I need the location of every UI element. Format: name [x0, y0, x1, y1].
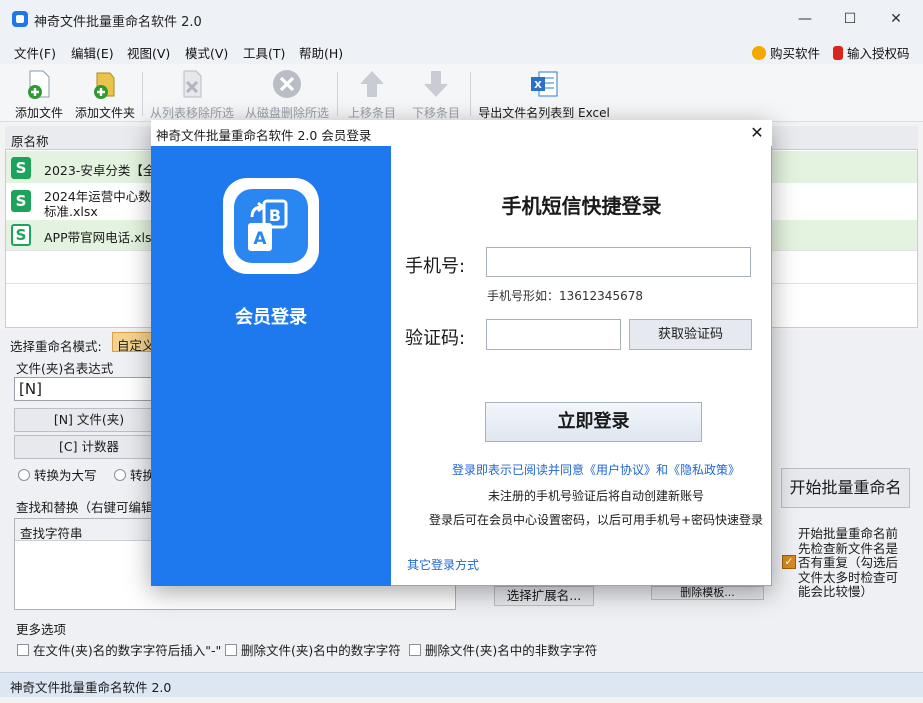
expression-label: 文件(夹)名表达式: [16, 361, 114, 376]
remove-from-list-label: 从列表移除所选: [149, 106, 234, 120]
menu-mode[interactable]: 模式(V): [185, 43, 228, 62]
auto-create-notice: 未注册的手机号验证后将自动创建新账号: [487, 489, 704, 503]
remove-from-list-button[interactable]: 从列表移除所选: [148, 68, 236, 121]
checkbox-icon: [225, 643, 237, 656]
arrow-up-icon: [356, 68, 388, 100]
spreadsheet-icon: S: [11, 190, 31, 212]
add-file-button[interactable]: 添加文件: [12, 68, 66, 121]
status-text: 神奇文件批量重命名软件 2.0: [10, 680, 172, 695]
add-folder-label: 添加文件夹: [74, 106, 135, 120]
radio-uppercase[interactable]: 转换为大写: [18, 465, 97, 484]
add-folder-button[interactable]: 添加文件夹: [74, 68, 136, 121]
excel-icon: X: [528, 68, 560, 100]
arrow-down-icon: [420, 68, 452, 100]
buy-software-link[interactable]: 购买软件: [752, 43, 820, 62]
option-remove-digits[interactable]: 删除文件(夹)名中的数字字符: [225, 640, 401, 659]
close-button[interactable]: ✕: [873, 0, 919, 38]
buy-label: 购买软件: [770, 46, 821, 61]
dialog-close-icon[interactable]: ✕: [746, 123, 768, 143]
svg-text:B: B: [269, 206, 281, 225]
key-icon: [833, 45, 843, 60]
radio-other[interactable]: 转换: [114, 465, 155, 484]
add-file-icon: [23, 68, 55, 100]
export-excel-button[interactable]: X 导出文件名列表到 Excel: [478, 68, 610, 121]
delete-template-button[interactable]: 删除模板...: [651, 586, 764, 600]
phone-label: 手机号:: [405, 256, 466, 277]
set-password-notice: 登录后可在会员中心设置密码，以后可用手机号+密码快速登录: [428, 513, 764, 527]
more-options-label: 更多选项: [16, 622, 67, 637]
move-down-label: 下移条目: [411, 106, 460, 120]
move-up-label: 上移条目: [347, 106, 396, 120]
toolbar-separator: [470, 72, 471, 116]
radio-icon: [114, 468, 126, 481]
license-label: 输入授权码: [847, 46, 910, 61]
code-label: 验证码:: [405, 328, 466, 349]
phone-input[interactable]: [486, 247, 751, 277]
minimize-button[interactable]: —: [782, 0, 828, 38]
login-dialog-title: 神奇文件批量重命名软件 2.0 会员登录: [156, 128, 372, 143]
option-remove-digits-label: 删除文件(夹)名中的数字字符: [241, 643, 401, 658]
remove-icon: [176, 68, 208, 100]
toolbar-separator: [142, 72, 143, 116]
app-icon: [12, 11, 28, 27]
get-code-button[interactable]: 获取验证码: [629, 319, 752, 350]
move-up-button[interactable]: 上移条目: [346, 68, 398, 121]
file-name-cont: 标准.xlsx: [44, 204, 98, 219]
window-title: 神奇文件批量重命名软件 2.0: [34, 15, 202, 30]
radio-uppercase-label: 转换为大写: [34, 468, 97, 483]
find-replace-label: 查找和替换（右键可编辑: [16, 500, 154, 515]
member-login-label: 会员登录: [235, 307, 307, 328]
svg-text:X: X: [534, 80, 542, 91]
menu-tools[interactable]: 工具(T): [243, 43, 285, 62]
delete-icon: [271, 68, 303, 100]
select-extension-button[interactable]: 选择扩展名...: [494, 586, 594, 606]
option-remove-nondigits-label: 删除文件(夹)名中的非数字字符: [425, 643, 598, 658]
license-link[interactable]: 输入授权码: [833, 43, 910, 62]
phone-hint: 手机号形如：13612345678: [487, 289, 643, 303]
export-excel-label: 导出文件名列表到 Excel: [478, 106, 610, 120]
checkbox-icon: [17, 643, 29, 656]
column-original-name[interactable]: 原名称: [11, 131, 49, 150]
file-name: APP带官网电话.xls: [44, 230, 152, 245]
move-down-button[interactable]: 下移条目: [410, 68, 462, 121]
verification-code-input[interactable]: [486, 319, 621, 350]
delete-from-disk-button[interactable]: 从磁盘删除所选: [243, 68, 331, 121]
rename-logo-inner: B A: [234, 189, 308, 263]
insert-counter-button[interactable]: [C] 计数器: [14, 435, 164, 459]
buy-icon: [752, 45, 766, 60]
option-remove-nondigits[interactable]: 删除文件(夹)名中的非数字字符: [409, 640, 597, 659]
check-duplicate-label: 开始批量重命名前先检查新文件名是否有重复（勾选后文件太多时检查可能会比较慢）: [798, 526, 899, 599]
sms-login-title: 手机短信快捷登录: [501, 194, 662, 218]
spreadsheet-icon: S: [11, 224, 31, 246]
insert-n-button[interactable]: [N] 文件(夹): [14, 408, 164, 432]
mode-label: 选择重命名模式:: [10, 339, 102, 354]
find-string-column: 查找字符串: [20, 526, 83, 541]
option-insert-dash[interactable]: 在文件(夹)名的数字字符后插入"-": [17, 640, 221, 659]
maximize-button[interactable]: ☐: [827, 0, 873, 38]
delete-from-disk-label: 从磁盘删除所选: [244, 106, 329, 120]
file-name: 2023-安卓分类【全量: [44, 163, 168, 178]
spreadsheet-icon: S: [11, 157, 31, 179]
login-button[interactable]: 立即登录: [485, 402, 702, 442]
other-login-link[interactable]: 其它登录方式: [407, 556, 479, 573]
menu-edit[interactable]: 编辑(E): [71, 43, 114, 62]
menu-view[interactable]: 视图(V): [127, 43, 170, 62]
toolbar-separator: [337, 72, 338, 116]
menu-help[interactable]: 帮助(H): [299, 43, 343, 62]
add-file-label: 添加文件: [14, 106, 63, 120]
expression-input[interactable]: [N]: [14, 377, 164, 401]
check-duplicate-checkbox[interactable]: ✓: [782, 555, 796, 569]
radio-icon: [18, 468, 30, 481]
add-folder-icon: [89, 68, 121, 100]
svg-text:A: A: [253, 229, 267, 249]
menu-file[interactable]: 文件(F): [14, 43, 56, 62]
option-insert-dash-label: 在文件(夹)名的数字字符后插入"-": [33, 643, 222, 658]
agreement-link[interactable]: 登录即表示已阅读并同意《用户协议》和《隐私政策》: [391, 461, 801, 478]
checkbox-icon: [409, 643, 421, 656]
